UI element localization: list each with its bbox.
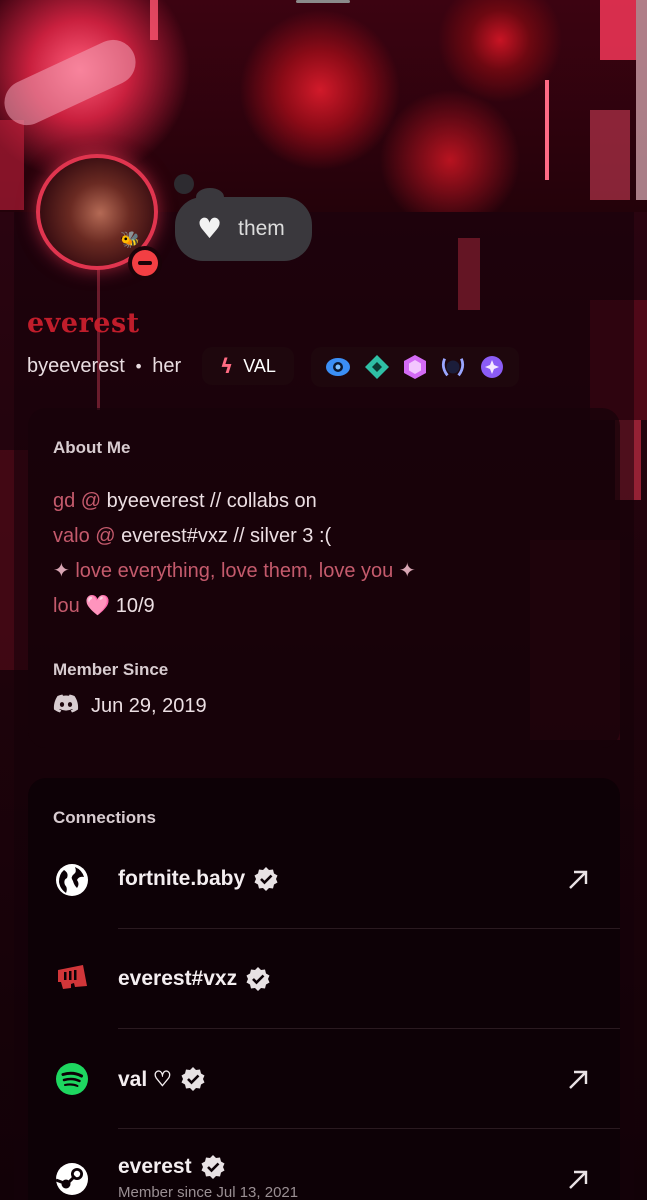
valorant-bolt-icon: ϟ	[220, 354, 234, 378]
connections-card: Connections fortnite.baby everest#vxz va…	[28, 778, 620, 1200]
connection-name: fortnite.baby	[118, 866, 279, 892]
custom-status-text: them	[238, 217, 285, 240]
pronouns: her	[152, 354, 182, 377]
divider	[118, 928, 620, 929]
spotify-icon	[54, 1061, 90, 1097]
clan-tag-chip[interactable]: ϟ VAL	[202, 347, 294, 385]
connection-name: everest	[118, 1154, 226, 1180]
decor-bar	[600, 0, 636, 60]
connection-row-fortnite[interactable]: fortnite.baby	[28, 830, 620, 930]
clan-tag-label: VAL	[243, 355, 276, 376]
display-name: everest	[27, 308, 140, 339]
decor-bar	[150, 0, 158, 40]
about-card: About Me gd @ byeeverest // collabs on v…	[28, 408, 620, 748]
divider	[118, 1028, 620, 1029]
custom-status-bubble[interactable]: ♥ them	[175, 197, 312, 261]
laurel-badge-icon[interactable]	[440, 354, 466, 380]
verified-icon	[200, 1154, 226, 1180]
connections-heading: Connections	[53, 808, 156, 827]
about-line-body: everest#vxz // silver 3 :(	[115, 525, 332, 547]
member-since-date: Jun 29, 2019	[91, 694, 207, 717]
connection-name: everest#vxz	[118, 966, 271, 992]
pink-heart-icon: 🩷	[85, 595, 111, 617]
decor-bar	[636, 0, 647, 200]
about-line-body: 10/9	[110, 595, 155, 617]
heart-icon: ♥	[197, 212, 223, 245]
sparkle-icon: ✦	[53, 560, 70, 582]
avatar-container[interactable]: 🐝	[30, 148, 168, 280]
decor-bar	[0, 120, 24, 210]
verified-icon	[245, 966, 271, 992]
about-line: gd @ byeeverest // collabs on	[53, 484, 416, 519]
about-heading: About Me	[53, 438, 131, 457]
connection-name-text: everest	[118, 1155, 192, 1178]
external-link-icon[interactable]	[566, 1168, 590, 1192]
connection-row-steam[interactable]: everest Member since Jul 13, 2021	[28, 1130, 620, 1200]
verified-icon	[253, 866, 279, 892]
about-line-prefix: valo @	[53, 525, 116, 547]
status-bubble-tail	[174, 174, 194, 194]
about-line-body: byeeverest // collabs on	[101, 490, 317, 512]
external-link-icon[interactable]	[566, 868, 590, 892]
connection-name: val ♡	[118, 1066, 206, 1092]
member-since-row: Jun 29, 2019	[53, 694, 207, 718]
connection-name-text: everest#vxz	[118, 967, 238, 990]
nitro-gem-icon[interactable]	[364, 354, 390, 380]
member-since-heading: Member Since	[53, 660, 169, 679]
hypesquad-icon[interactable]	[325, 354, 351, 380]
quest-badge-icon[interactable]	[479, 354, 505, 380]
steam-icon	[54, 1161, 90, 1197]
about-text: gd @ byeeverest // collabs on valo @ eve…	[53, 484, 416, 624]
about-line-prefix: lou	[53, 595, 86, 617]
badge-list	[311, 347, 519, 387]
discord-icon	[53, 694, 79, 718]
about-line-body: love everything, love them, love you	[69, 560, 399, 582]
connection-row-spotify[interactable]: val ♡	[28, 1030, 620, 1130]
connection-name-text: fortnite.baby	[118, 867, 246, 890]
riot-games-icon	[54, 961, 90, 997]
username[interactable]: byeeverest	[27, 355, 125, 378]
globe-icon	[54, 862, 90, 898]
decor-bar	[590, 110, 630, 200]
connection-subtitle: Member since Jul 13, 2021	[118, 1184, 299, 1200]
server-boost-icon[interactable]	[402, 354, 428, 380]
username-row: byeeverest • her	[27, 345, 181, 387]
about-line: ✦ love everything, love them, love you ✦	[53, 554, 416, 589]
about-line-prefix: gd @	[53, 490, 102, 512]
connection-row-riot[interactable]: everest#vxz	[28, 930, 620, 1030]
bee-decoration-icon: 🐝	[120, 230, 140, 249]
dnd-status-icon	[128, 246, 162, 280]
sparkle-icon: ✦	[398, 560, 416, 582]
decor-bar	[545, 80, 549, 180]
external-link-icon[interactable]	[566, 1068, 590, 1092]
connection-name-text: val ♡	[118, 1067, 172, 1091]
verified-icon	[180, 1066, 206, 1092]
drag-handle[interactable]	[296, 0, 350, 3]
about-line: valo @ everest#vxz // silver 3 :(	[53, 519, 416, 554]
about-line: lou 🩷 10/9	[53, 589, 416, 624]
separator: •	[133, 356, 144, 376]
divider	[118, 1128, 620, 1129]
